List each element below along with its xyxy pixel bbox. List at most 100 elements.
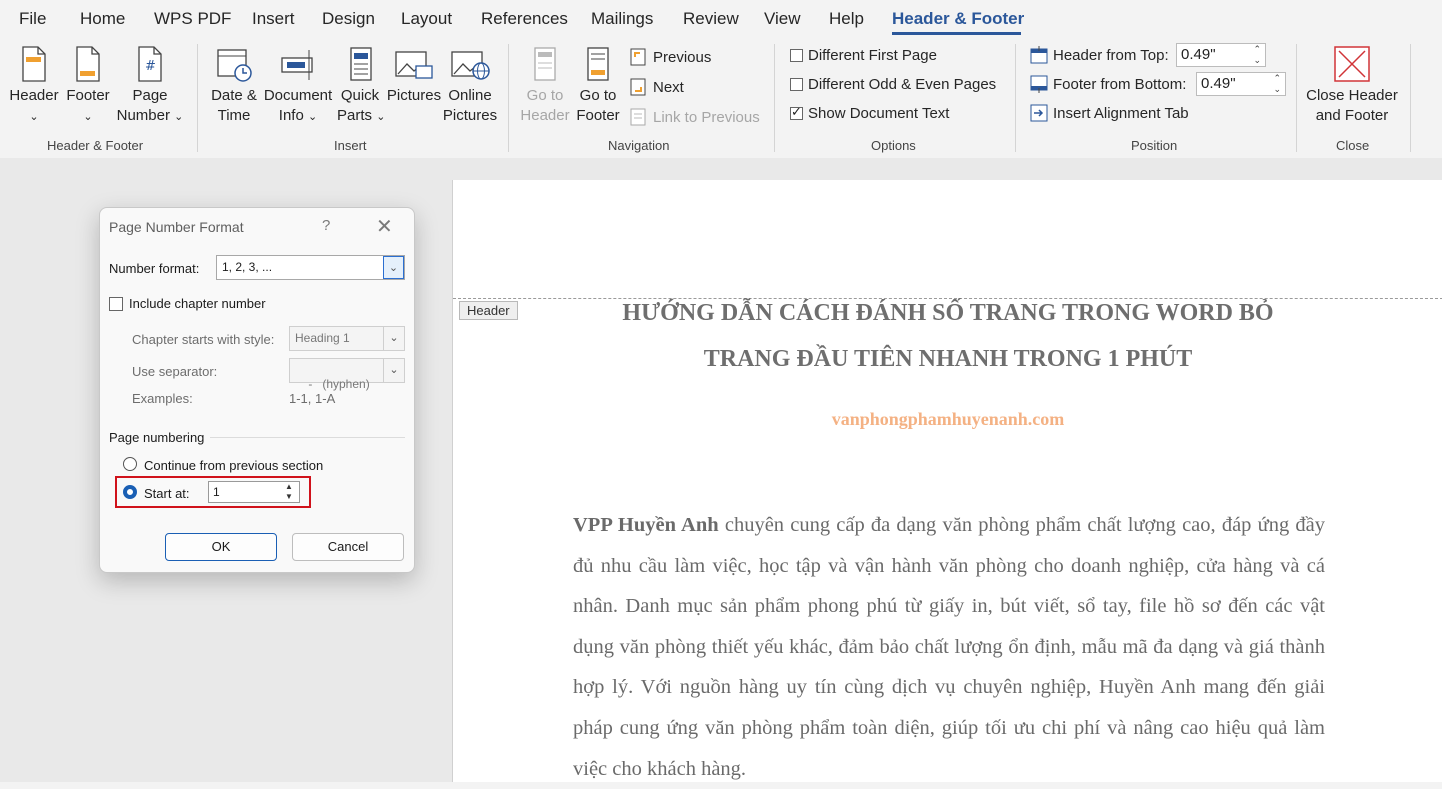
calendar-clock-icon <box>217 49 252 82</box>
goto-header-button[interactable]: Go to Header <box>518 46 572 126</box>
spinner-arrows-icon[interactable]: ⌃ ⌄ <box>1253 44 1261 66</box>
examples-label: Examples: <box>132 391 193 406</box>
next-button[interactable]: Next <box>630 78 684 96</box>
goto-footer-button[interactable]: Go to Footer <box>572 46 624 126</box>
number-format-select[interactable]: 1, 2, 3, ... ⌄ <box>216 255 405 280</box>
goto-footer-icon <box>587 47 609 81</box>
chevron-down-icon: ⌄ <box>307 111 318 123</box>
group-separator <box>1296 44 1297 152</box>
date-time-button[interactable]: Date & Time <box>206 46 262 126</box>
close-icon[interactable]: ✕ <box>376 214 393 239</box>
close-icon <box>1334 46 1370 82</box>
menu-help[interactable]: Help <box>829 9 864 29</box>
active-tab-underline <box>892 32 1021 35</box>
checkbox-box <box>790 49 803 62</box>
group-label-insert: Insert <box>334 138 367 153</box>
header-from-top-label: Header from Top: <box>1030 46 1169 64</box>
chevron-down-icon[interactable]: ⌄ <box>383 359 404 382</box>
spinner-arrows-icon[interactable]: ▲ ▼ <box>280 482 298 502</box>
group-separator <box>508 44 509 152</box>
footer-position-icon <box>1030 75 1048 93</box>
goto-header-icon <box>534 47 556 81</box>
header-position-icon <box>1030 46 1048 64</box>
menu-home[interactable]: Home <box>80 9 125 29</box>
quick-parts-button[interactable]: Quick Parts ⌄ <box>337 46 386 127</box>
header-button[interactable]: Header ⌄ <box>8 46 60 127</box>
group-label-position: Position <box>1131 138 1178 153</box>
menu-insert[interactable]: Insert <box>252 9 295 29</box>
quick-parts-icon <box>350 47 372 81</box>
pictures-button[interactable]: Pictures <box>386 46 442 106</box>
document-info-icon <box>281 50 313 80</box>
menu-design[interactable]: Design <box>322 9 375 29</box>
continue-label: Continue from previous section <box>144 458 324 473</box>
group-separator <box>1410 44 1411 152</box>
chevron-down-icon: ⌄ <box>376 111 386 123</box>
svg-text:#: # <box>145 59 156 74</box>
menu-wps-pdf[interactable]: WPS PDF <box>154 9 231 29</box>
checkbox-box <box>790 78 803 91</box>
close-header-footer-button[interactable]: Close Header and Footer <box>1304 46 1400 126</box>
body-text: chuyên cung cấp đa dạng văn phòng phẩm c… <box>573 514 1325 780</box>
chevron-down-icon: ⌄ <box>174 111 184 123</box>
online-pictures-button[interactable]: Online Pictures <box>442 46 498 126</box>
menu-review[interactable]: Review <box>683 9 739 29</box>
ok-button[interactable]: OK <box>165 533 277 561</box>
start-at-label: Start at: <box>144 486 190 501</box>
previous-button[interactable]: Previous <box>630 48 711 66</box>
header-icon <box>22 46 46 82</box>
continue-radio[interactable] <box>123 457 137 471</box>
chevron-down-icon[interactable]: ⌄ <box>383 256 404 279</box>
group-separator <box>774 44 775 152</box>
spinner-arrows-icon[interactable]: ⌃ ⌄ <box>1273 73 1281 95</box>
document-page[interactable]: Header HƯỚNG DẪN CÁCH ĐÁNH SỐ TRANG TRON… <box>452 180 1442 782</box>
menu-view[interactable]: View <box>764 9 801 29</box>
menu-file[interactable]: File <box>19 9 46 29</box>
link-to-previous-button[interactable]: Link to Previous <box>630 108 760 126</box>
menu-layout[interactable]: Layout <box>401 9 452 29</box>
header-tag: Header <box>459 301 518 320</box>
document-site: vanphongphamhuyenanh.com <box>831 409 1065 429</box>
menu-mailings[interactable]: Mailings <box>591 9 653 29</box>
chevron-down-icon: ⌄ <box>83 111 93 123</box>
group-label-header-footer: Header & Footer <box>47 138 144 153</box>
online-pictures-icon <box>451 51 490 80</box>
page-number-format-dialog: Page Number Format ? ✕ Number format: 1,… <box>99 207 415 573</box>
separator-label: Use separator: <box>132 364 218 379</box>
checkbox-box-checked <box>790 104 803 120</box>
menu-bar: File Home WPS PDF Insert Design Layout R… <box>0 0 1442 38</box>
checkbox-box <box>109 296 123 311</box>
ribbon: Header ⌄ Footer ⌄ # Page Number ⌄ Header & … <box>0 38 1442 159</box>
different-odd-even-checkbox[interactable]: Different Odd & Even Pages <box>790 76 996 93</box>
separator-select[interactable]: - (hyphen) ⌄ <box>289 358 405 391</box>
footer-from-bottom-input[interactable]: 0.49" ⌃ ⌄ <box>1196 72 1286 96</box>
pictures-icon <box>395 51 433 79</box>
document-title-line2: TRANG ĐẦU TIÊN NHANH TRONG 1 PHÚT <box>703 346 1193 372</box>
group-label-options: Options <box>871 138 916 153</box>
chapter-style-select[interactable]: Heading 1 ⌄ <box>289 326 405 351</box>
menu-header-footer[interactable]: Header & Footer <box>892 9 1024 29</box>
cancel-button[interactable]: Cancel <box>292 533 404 561</box>
header-from-top-input[interactable]: 0.49" ⌃ ⌄ <box>1176 43 1266 67</box>
help-icon[interactable]: ? <box>322 217 330 234</box>
footer-from-bottom-label: Footer from Bottom: <box>1030 75 1186 93</box>
insert-alignment-tab-button[interactable]: Insert Alignment Tab <box>1030 104 1189 122</box>
footer-button[interactable]: Footer ⌄ <box>64 46 112 127</box>
group-label-navigation: Navigation <box>608 138 670 153</box>
page-numbering-heading: Page numbering <box>109 430 205 445</box>
show-document-text-checkbox[interactable]: Show Document Text <box>790 104 949 122</box>
number-format-label: Number format: <box>109 261 200 276</box>
menu-references[interactable]: References <box>481 9 568 29</box>
alignment-tab-icon <box>1030 104 1048 122</box>
header-boundary-line <box>453 298 1442 299</box>
next-icon <box>630 78 646 96</box>
document-info-button[interactable]: Document Info ⌄ <box>262 46 334 127</box>
group-label-close: Close <box>1336 138 1370 153</box>
chevron-down-icon[interactable]: ⌄ <box>383 327 404 350</box>
different-first-page-checkbox[interactable]: Different First Page <box>790 47 937 64</box>
include-chapter-checkbox[interactable]: Include chapter number <box>109 296 266 311</box>
previous-icon <box>630 48 646 66</box>
chapter-style-label: Chapter starts with style: <box>132 332 275 347</box>
page-number-button[interactable]: # Page Number ⌄ <box>114 46 186 127</box>
start-at-radio[interactable] <box>123 485 137 499</box>
